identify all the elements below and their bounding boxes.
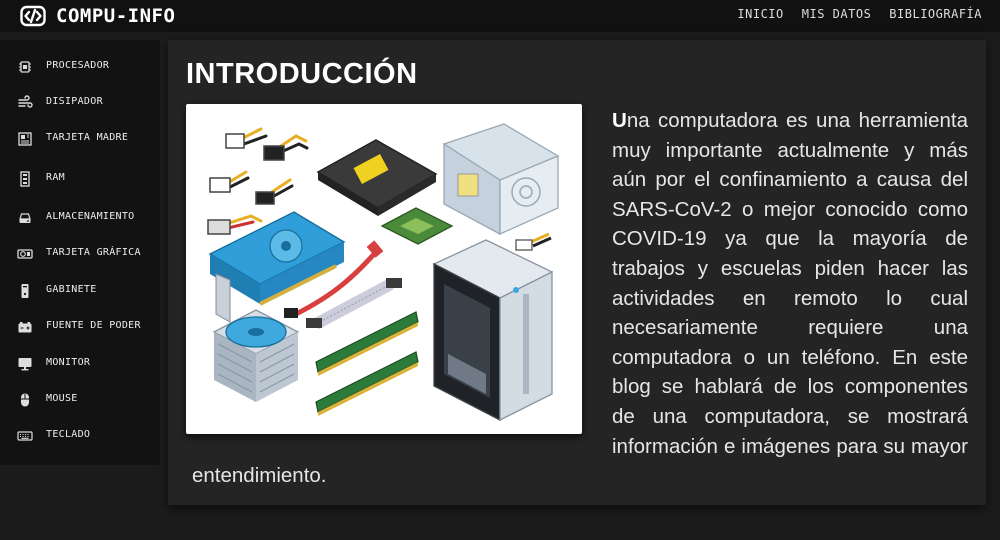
sidebar: PROCESADOR DISIPADOR TARJETA MADRE RAM A… [0,40,160,465]
fan-icon [17,95,33,111]
battery-icon [17,319,33,335]
sidebar-item-label: TARJETA GRÁFICA [46,247,141,258]
sidebar-item-almacenamiento[interactable]: ALMACENAMIENTO [0,205,160,231]
drop-letter: U [612,109,627,132]
sidebar-item-label: TARJETA MADRE [46,132,129,143]
sidebar-item-label: TECLADO [46,429,91,440]
hard-drive-icon [17,210,33,226]
sidebar-item-disipador[interactable]: DISIPADOR [0,90,160,116]
cpu-icon [17,59,33,75]
graphics-card-icon [17,246,33,262]
sidebar-item-mouse[interactable]: MOUSE [0,387,160,413]
sidebar-item-tarjeta-madre[interactable]: TARJETA MADRE [0,126,160,152]
brand-name: COMPU-INFO [56,5,176,27]
sidebar-item-label: DISIPADOR [46,96,103,107]
page-title: INTRODUCCIÓN [186,58,418,90]
sidebar-item-label: PROCESADOR [46,60,110,71]
sidebar-item-procesador[interactable]: PROCESADOR [0,54,160,80]
monitor-icon [17,356,33,372]
sidebar-item-label: GABINETE [46,284,97,295]
nav-bibliografia[interactable]: BIBLIOGRAFÍA [889,7,982,21]
sidebar-item-teclado[interactable]: TECLADO [0,423,160,449]
sidebar-item-tarjeta-grafica[interactable]: TARJETA GRÁFICA [0,241,160,267]
computer-components-image [186,104,582,434]
brand[interactable]: COMPU-INFO [20,3,175,29]
top-header: COMPU-INFO INICIO MIS DATOS BIBLIOGRAFÍA [0,0,1000,32]
nav-mis-datos[interactable]: MIS DATOS [802,7,872,21]
nav-inicio[interactable]: INICIO [737,7,783,21]
sidebar-item-label: FUENTE DE PODER [46,320,141,331]
top-nav: INICIO MIS DATOS BIBLIOGRAFÍA [737,7,982,21]
sidebar-item-label: MOUSE [46,393,78,404]
memory-icon [17,171,33,187]
sidebar-item-label: MONITOR [46,357,91,368]
sidebar-item-monitor[interactable]: MONITOR [0,351,160,377]
code-logo-icon [20,5,46,27]
keyboard-icon [17,428,33,444]
sidebar-item-label: RAM [46,172,65,183]
mouse-icon [17,392,33,408]
sidebar-item-label: ALMACENAMIENTO [46,211,135,222]
motherboard-icon [17,131,33,147]
sidebar-item-fuente-de-poder[interactable]: FUENTE DE PODER [0,314,160,340]
sidebar-item-gabinete[interactable]: GABINETE [0,278,160,304]
tower-icon [17,283,33,299]
sidebar-item-ram[interactable]: RAM [0,166,160,192]
intro-card: INTRODUCCIÓN Una computadora es una herr… [168,40,986,505]
